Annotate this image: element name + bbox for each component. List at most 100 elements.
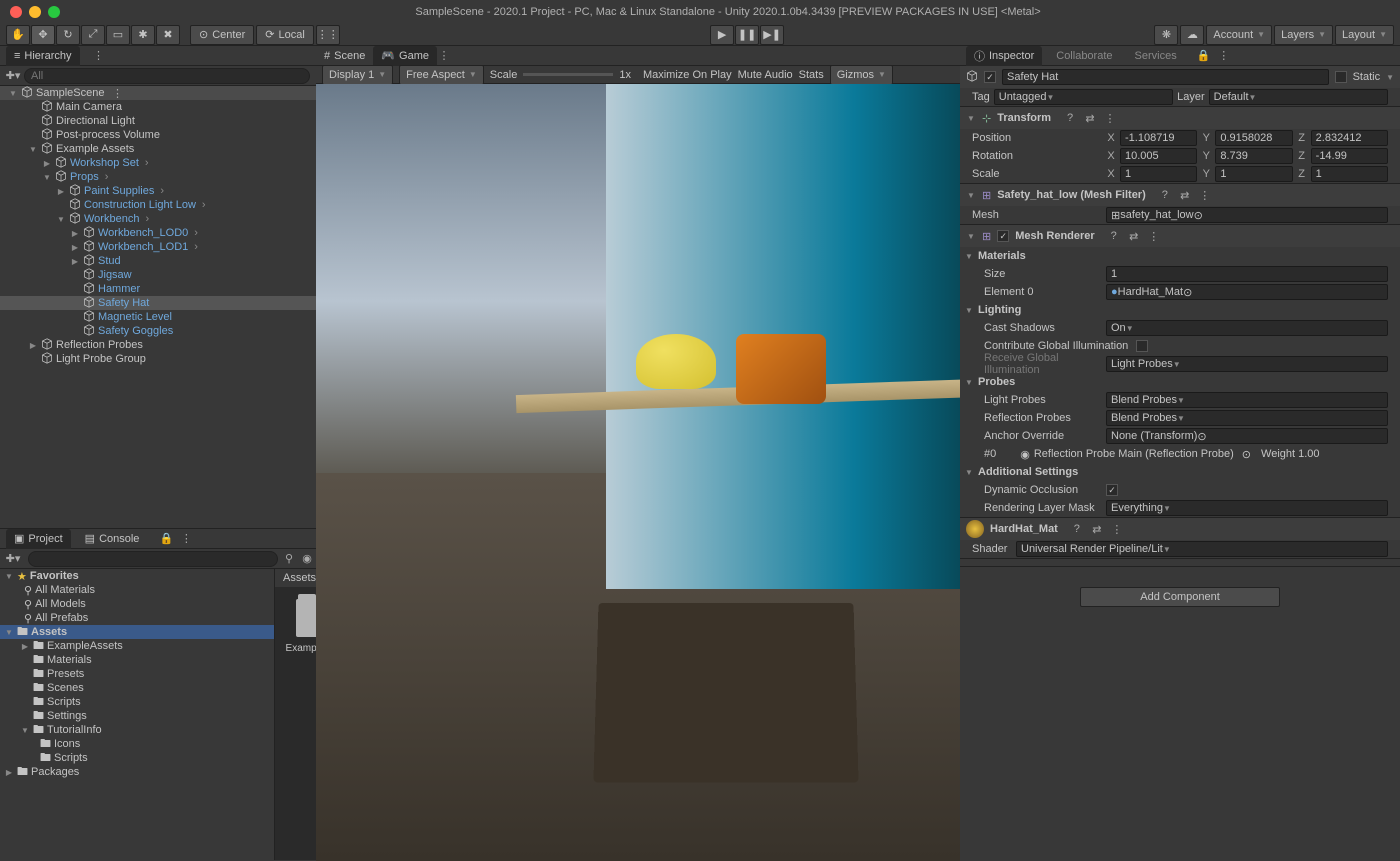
- create-dropdown[interactable]: ✚▾: [6, 69, 20, 83]
- object-name-field[interactable]: Safety Hat: [1002, 69, 1329, 85]
- materials-size[interactable]: 1: [1106, 266, 1388, 282]
- hierarchy-item[interactable]: ▼Props›: [0, 170, 316, 184]
- hierarchy-item[interactable]: Safety Hat: [0, 296, 316, 310]
- add-component-button[interactable]: Add Component: [1080, 587, 1280, 607]
- renderer-enabled[interactable]: [997, 230, 1009, 242]
- hierarchy-item[interactable]: ▼Workbench›: [0, 212, 316, 226]
- hierarchy-item[interactable]: Magnetic Level: [0, 310, 316, 324]
- hierarchy-item[interactable]: ▶Reflection Probes: [0, 338, 316, 352]
- label-filter-icon[interactable]: ◉: [300, 552, 314, 566]
- play-button[interactable]: ▶: [710, 25, 734, 45]
- project-tree-item[interactable]: ▶🖿Packages: [0, 765, 274, 779]
- mesh-filter-header[interactable]: Safety_hat_low (Mesh Filter): [997, 189, 1146, 201]
- rect-tool[interactable]: ▭: [106, 25, 130, 45]
- display-dropdown[interactable]: Display 1▼: [322, 65, 393, 85]
- scale-tool[interactable]: ⤢: [81, 25, 105, 45]
- mute-toggle[interactable]: Mute Audio: [738, 69, 793, 81]
- pause-button[interactable]: ❚❚: [735, 25, 759, 45]
- search-filter-icon[interactable]: ⚲: [282, 552, 296, 566]
- layout-dropdown[interactable]: Layout▼: [1335, 25, 1394, 45]
- hierarchy-item[interactable]: Jigsaw: [0, 268, 316, 282]
- scale-slider[interactable]: [523, 73, 613, 76]
- scene-row[interactable]: ▼ SampleScene ⋮: [0, 86, 316, 100]
- static-checkbox[interactable]: [1335, 71, 1347, 83]
- project-tree-item[interactable]: ⚲All Prefabs: [0, 611, 274, 625]
- stats-toggle[interactable]: Stats: [799, 69, 824, 81]
- tag-dropdown[interactable]: Untagged▼: [994, 89, 1173, 105]
- pivot-toggle[interactable]: ⊙Center: [190, 25, 254, 45]
- hierarchy-item[interactable]: Post-process Volume: [0, 128, 316, 142]
- transform-header[interactable]: Transform: [997, 112, 1051, 124]
- custom-tool[interactable]: ✖: [156, 25, 180, 45]
- zoom-window-button[interactable]: [48, 6, 60, 18]
- light-probes-dropdown[interactable]: Blend Probes▼: [1106, 392, 1388, 408]
- render-mask-dropdown[interactable]: Everything▼: [1106, 500, 1388, 516]
- create-dropdown[interactable]: ✚▾: [6, 552, 20, 566]
- panel-menu-icon[interactable]: ⋮: [1217, 49, 1231, 63]
- lock-icon[interactable]: 🔒: [159, 532, 173, 546]
- hierarchy-item[interactable]: ▶Workbench_LOD1›: [0, 240, 316, 254]
- lock-icon[interactable]: 🔒: [1197, 49, 1211, 63]
- panel-menu-icon[interactable]: ⋮: [179, 532, 193, 546]
- hierarchy-tab[interactable]: ≡Hierarchy: [6, 46, 80, 66]
- layer-dropdown[interactable]: Default▼: [1209, 89, 1388, 105]
- hierarchy-item[interactable]: ▶Workbench_LOD0›: [0, 226, 316, 240]
- shader-dropdown[interactable]: Universal Render Pipeline/Lit▼: [1016, 541, 1388, 557]
- rotation-x[interactable]: 10.005: [1120, 148, 1197, 164]
- scene-tab[interactable]: #Scene: [316, 46, 373, 66]
- dynamic-occlusion-checkbox[interactable]: [1106, 484, 1118, 496]
- aspect-dropdown[interactable]: Free Aspect▼: [399, 65, 484, 85]
- contribute-gi-checkbox[interactable]: [1136, 340, 1148, 352]
- layers-dropdown[interactable]: Layers▼: [1274, 25, 1333, 45]
- hierarchy-item[interactable]: ▶Stud: [0, 254, 316, 268]
- maximize-toggle[interactable]: Maximize On Play: [643, 69, 732, 81]
- panel-menu-icon[interactable]: ⋮: [437, 49, 451, 63]
- hierarchy-item[interactable]: ▶Workshop Set›: [0, 156, 316, 170]
- hierarchy-item[interactable]: Directional Light: [0, 114, 316, 128]
- hierarchy-item[interactable]: Main Camera: [0, 100, 316, 114]
- collaborate-tab[interactable]: Collaborate: [1048, 46, 1120, 66]
- minimize-window-button[interactable]: [29, 6, 41, 18]
- rotation-z[interactable]: -14.99: [1311, 148, 1388, 164]
- reflection-probes-dropdown[interactable]: Blend Probes▼: [1106, 410, 1388, 426]
- scale-z[interactable]: 1: [1311, 166, 1388, 182]
- close-window-button[interactable]: [10, 6, 22, 18]
- hierarchy-item[interactable]: Light Probe Group: [0, 352, 316, 366]
- active-checkbox[interactable]: [984, 71, 996, 83]
- project-tree-item[interactable]: ⚲All Models: [0, 597, 274, 611]
- step-button[interactable]: ▶❚: [760, 25, 784, 45]
- project-tab[interactable]: ▣Project: [6, 529, 71, 549]
- scale-x[interactable]: 1: [1120, 166, 1197, 182]
- hierarchy-item[interactable]: Hammer: [0, 282, 316, 296]
- account-dropdown[interactable]: Account▼: [1206, 25, 1272, 45]
- services-tab[interactable]: Services: [1127, 46, 1185, 66]
- collab-icon[interactable]: ❋: [1154, 25, 1178, 45]
- hierarchy-item[interactable]: ▼Example Assets: [0, 142, 316, 156]
- project-tree-item[interactable]: 🖿Scripts: [0, 751, 274, 765]
- snap-toggle[interactable]: ⋮⋮: [316, 25, 340, 45]
- menu-icon[interactable]: ⋮: [1103, 111, 1117, 125]
- gizmos-dropdown[interactable]: Gizmos▼: [830, 65, 893, 85]
- inspector-tab[interactable]: ⓘInspector: [966, 46, 1042, 66]
- hierarchy-search[interactable]: [24, 68, 310, 84]
- help-icon[interactable]: ?: [1063, 111, 1077, 125]
- mesh-renderer-header[interactable]: Mesh Renderer: [1015, 230, 1094, 242]
- space-toggle[interactable]: ⟳Local: [256, 25, 314, 45]
- panel-menu-icon[interactable]: ⋮: [92, 49, 106, 63]
- cast-shadows-dropdown[interactable]: On▼: [1106, 320, 1388, 336]
- game-view[interactable]: [316, 84, 960, 861]
- position-x[interactable]: -1.108719: [1120, 130, 1197, 146]
- transform-tool[interactable]: ✱: [131, 25, 155, 45]
- preset-icon[interactable]: ⇄: [1083, 111, 1097, 125]
- hand-tool[interactable]: ✋: [6, 25, 30, 45]
- favorites-header[interactable]: ▼★Favorites: [0, 569, 274, 583]
- rotation-y[interactable]: 8.739: [1215, 148, 1292, 164]
- anchor-override-field[interactable]: None (Transform)⊙: [1106, 428, 1388, 444]
- mesh-field[interactable]: ⊞safety_hat_low⊙: [1106, 207, 1388, 223]
- position-y[interactable]: 0.9158028: [1215, 130, 1292, 146]
- material-header[interactable]: HardHat_Mat: [990, 523, 1058, 535]
- position-z[interactable]: 2.832412: [1311, 130, 1388, 146]
- cloud-icon[interactable]: ☁: [1180, 25, 1204, 45]
- game-tab[interactable]: 🎮Game: [373, 46, 437, 66]
- material-element-0[interactable]: ●HardHat_Mat⊙: [1106, 284, 1388, 300]
